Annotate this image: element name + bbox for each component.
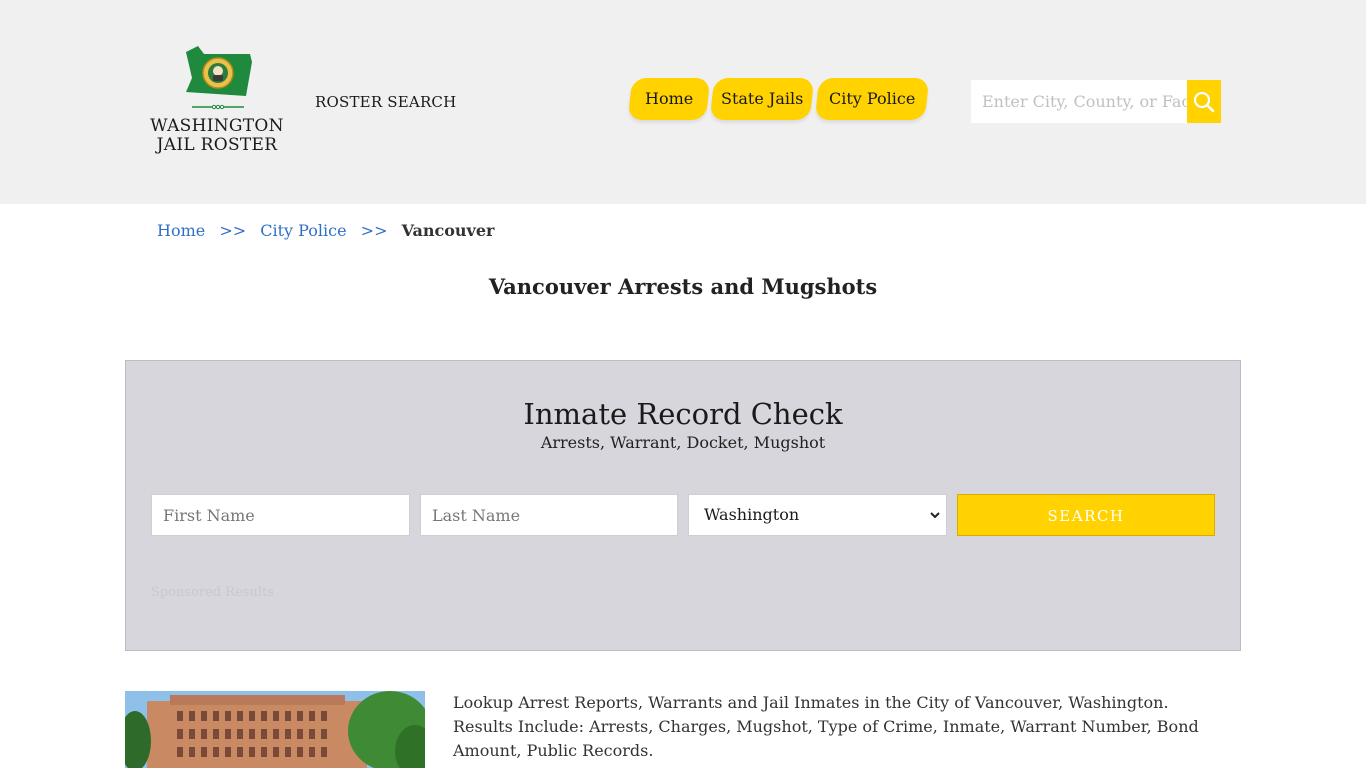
breadcrumb-current: Vancouver bbox=[401, 221, 495, 240]
last-name-input[interactable] bbox=[420, 494, 678, 536]
building-photo-image bbox=[125, 691, 425, 768]
search-icon bbox=[1193, 91, 1215, 112]
panel-subtitle: Arrests, Warrant, Docket, Mugshot bbox=[540, 433, 826, 452]
breadcrumb: Home >> City Police >> Vancouver bbox=[157, 221, 494, 240]
page-title: Vancouver Arrests and Mugshots bbox=[488, 274, 878, 299]
sponsored-results-label: Sponsored Results bbox=[151, 585, 274, 600]
logo-text-jail-roster: JAIL ROSTER bbox=[156, 135, 278, 155]
breadcrumb-home[interactable]: Home bbox=[157, 221, 205, 240]
police-building-photo bbox=[125, 691, 425, 768]
washington-state-flag-icon bbox=[186, 46, 252, 110]
state-select-value: Washington bbox=[704, 505, 800, 524]
inmate-record-check-panel: Inmate Record Check Arrests, Warrant, Do… bbox=[125, 360, 1241, 651]
logo-text-washington: WASHINGTON bbox=[150, 116, 284, 136]
nav-city-police[interactable]: City Police bbox=[814, 78, 930, 120]
nav-city-police-label: City Police bbox=[828, 89, 916, 108]
page-description: Lookup Arrest Reports, Warrants and Jail… bbox=[453, 693, 1199, 760]
breadcrumb-separator: >> bbox=[360, 221, 388, 240]
nav-home-label: Home bbox=[644, 89, 694, 108]
site-search-input[interactable] bbox=[971, 80, 1187, 123]
site-header: WASHINGTON JAIL ROSTER ROSTER SEARCH Hom… bbox=[0, 0, 1366, 204]
chevron-down-icon bbox=[930, 512, 940, 519]
state-select[interactable]: Washington bbox=[688, 494, 947, 536]
first-name-input[interactable] bbox=[151, 494, 410, 536]
nav-home[interactable]: Home bbox=[627, 78, 711, 120]
roster-search-link[interactable]: ROSTER SEARCH bbox=[315, 93, 456, 111]
breadcrumb-city-police[interactable]: City Police bbox=[260, 221, 346, 240]
panel-title: Inmate Record Check bbox=[523, 397, 843, 431]
breadcrumb-separator: >> bbox=[219, 221, 247, 240]
nav-state-jails-label: State Jails bbox=[720, 89, 804, 108]
nav-state-jails[interactable]: State Jails bbox=[709, 78, 815, 120]
site-search bbox=[971, 80, 1221, 123]
site-search-button[interactable] bbox=[1187, 80, 1221, 123]
record-search-button[interactable]: SEARCH bbox=[957, 494, 1215, 536]
site-logo[interactable]: WASHINGTON JAIL ROSTER bbox=[150, 44, 284, 158]
